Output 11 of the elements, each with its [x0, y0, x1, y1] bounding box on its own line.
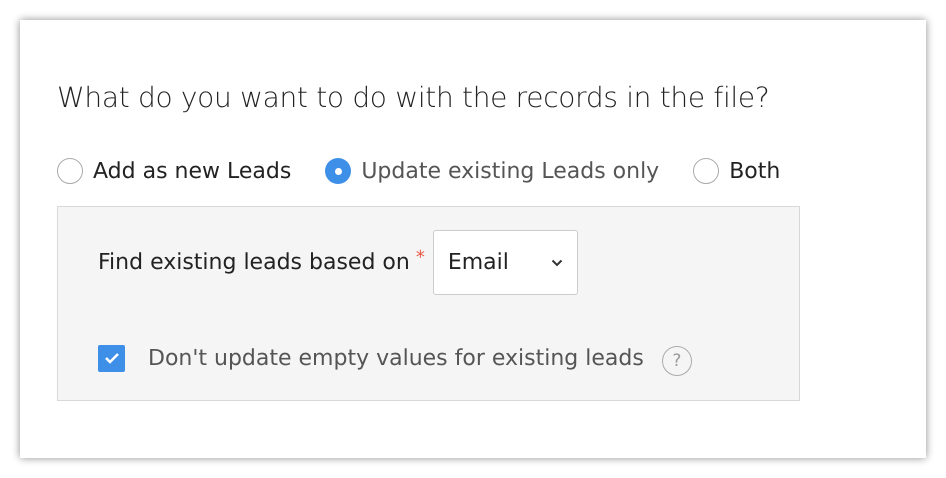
checkbox[interactable]	[98, 344, 125, 372]
question-title: What do you want to do with the records in the file?	[57, 80, 770, 116]
field-label: Find existing leads based on	[98, 250, 410, 275]
radio-option[interactable]: Update existing Leads only	[325, 158, 660, 184]
required-mark: *	[416, 247, 425, 268]
radio-option[interactable]: Add as new Leads	[57, 158, 292, 184]
chevron-down-icon	[550, 258, 563, 266]
checkbox-label: Don't update empty values for existing leads	[148, 346, 644, 370]
checkmark-icon	[104, 352, 120, 364]
radio-option[interactable]: Both	[693, 158, 780, 184]
match-field-dropdown[interactable]: Email	[432, 230, 578, 295]
